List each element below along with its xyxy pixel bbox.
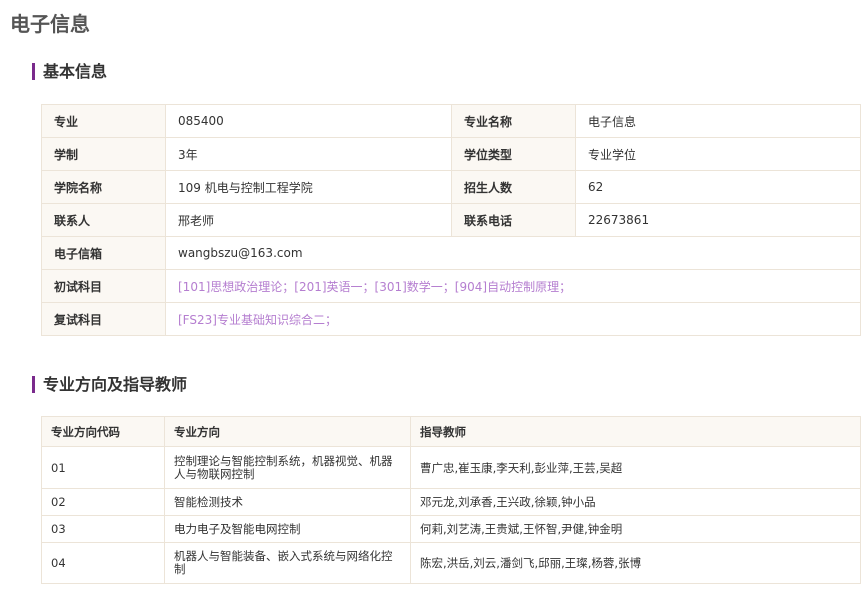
direction-teachers: 曹广忠,崔玉康,李天利,彭业萍,王芸,吴超 [410,446,861,489]
info-row: 联系人 邢老师 联系电话 22673861 [41,203,861,237]
info-value: 3年 [165,137,452,171]
basic-info-table: 专业 085400 专业名称 电子信息 学制 3年 学位类型 专业学位 学院名称… [41,104,861,336]
direction-name: 电力电子及智能电网控制 [164,515,411,543]
info-row: 学院名称 109 机电与控制工程学院 招生人数 62 [41,170,861,204]
info-value: 085400 [165,104,452,138]
retest-label: 复试科目 [41,302,166,336]
initial-exam-label: 初试科目 [41,269,166,303]
info-label: 专业名称 [451,104,576,138]
direction-code: 03 [41,515,165,543]
info-row: 学制 3年 学位类型 专业学位 [41,137,861,171]
info-label: 学院名称 [41,170,166,204]
table-row: 04 机器人与智能装备、嵌入式系统与网络化控制 陈宏,洪岳,刘云,潘剑飞,邱丽,… [41,542,861,584]
info-value: 专业学位 [575,137,861,171]
info-row: 专业 085400 专业名称 电子信息 [41,104,861,138]
info-label: 招生人数 [451,170,576,204]
direction-name: 智能检测技术 [164,488,411,516]
direction-teachers: 陈宏,洪岳,刘云,潘剑飞,邱丽,王璨,杨蓉,张博 [410,542,861,584]
directions-table: 专业方向代码 专业方向 指导教师 01 控制理论与智能控制系统，机器视觉、机器人… [41,416,861,584]
info-label: 联系电话 [451,203,576,237]
section-title-basic-info: 基本信息 [32,63,107,80]
info-value: 邢老师 [165,203,452,237]
direction-code: 04 [41,542,165,584]
info-row-retest: 复试科目 [FS23]专业基础知识综合二； [41,302,861,336]
column-header-direction: 专业方向 [164,416,411,447]
page-title: 电子信息 [10,12,90,36]
table-header-row: 专业方向代码 专业方向 指导教师 [41,416,861,447]
info-value: 109 机电与控制工程学院 [165,170,452,204]
table-row: 03 电力电子及智能电网控制 何莉,刘艺涛,王贵斌,王怀智,尹健,钟金明 [41,515,861,543]
info-value: 电子信息 [575,104,861,138]
direction-teachers: 何莉,刘艺涛,王贵斌,王怀智,尹健,钟金明 [410,515,861,543]
column-header-code: 专业方向代码 [41,416,165,447]
info-row-initial-exam: 初试科目 [101]思想政治理论；[201]英语一；[301]数学一；[904]… [41,269,861,303]
initial-exam-link[interactable]: [101]思想政治理论；[201]英语一；[301]数学一；[904]自动控制原… [165,269,861,303]
info-value: 22673861 [575,203,861,237]
section-title-directions: 专业方向及指导教师 [32,376,187,393]
column-header-teachers: 指导教师 [410,416,861,447]
info-row-email: 电子信箱 wangbszu@163.com [41,236,861,270]
table-row: 01 控制理论与智能控制系统，机器视觉、机器人与物联网控制 曹广忠,崔玉康,李天… [41,446,861,489]
email-value: wangbszu@163.com [165,236,861,270]
info-value: 62 [575,170,861,204]
info-label: 联系人 [41,203,166,237]
retest-link[interactable]: [FS23]专业基础知识综合二； [165,302,861,336]
info-label: 学制 [41,137,166,171]
table-row: 02 智能检测技术 邓元龙,刘承香,王兴政,徐颖,钟小品 [41,488,861,516]
email-label: 电子信箱 [41,236,166,270]
direction-name: 机器人与智能装备、嵌入式系统与网络化控制 [164,542,411,584]
direction-teachers: 邓元龙,刘承香,王兴政,徐颖,钟小品 [410,488,861,516]
info-label: 学位类型 [451,137,576,171]
direction-code: 02 [41,488,165,516]
info-label: 专业 [41,104,166,138]
direction-code: 01 [41,446,165,489]
direction-name: 控制理论与智能控制系统，机器视觉、机器人与物联网控制 [164,446,411,489]
